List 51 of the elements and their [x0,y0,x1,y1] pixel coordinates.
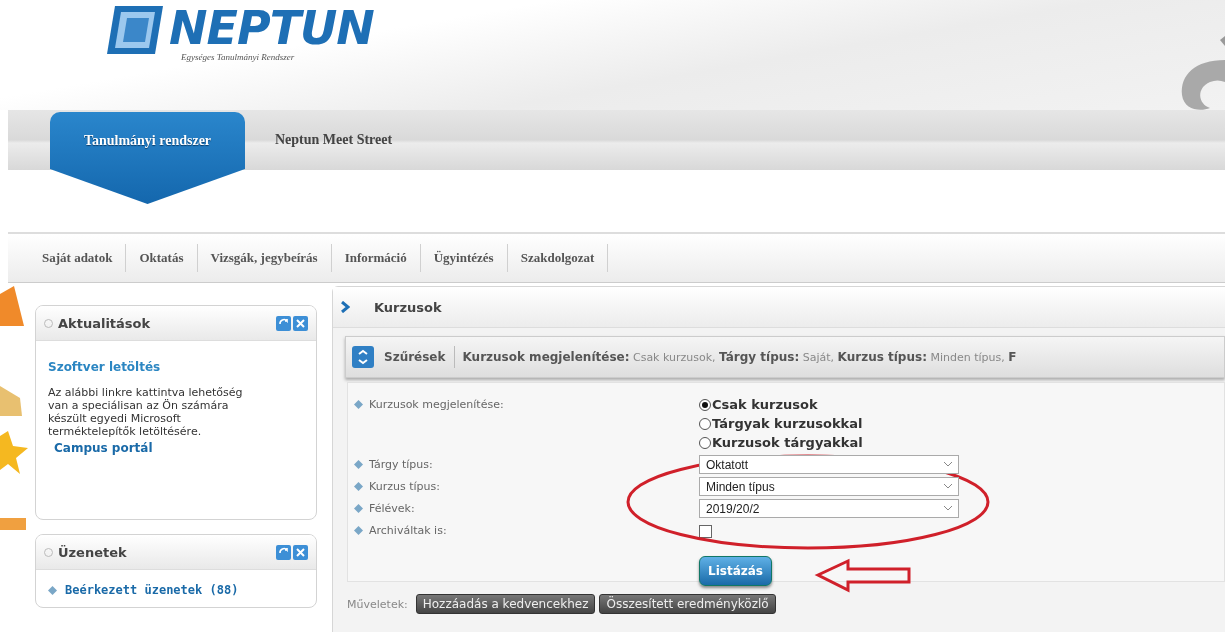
news-text: Az alábbi linkre kattintva lehetőség van a speciálisan az Ön számára készült egyedi Microsoft terméktelepítők letöltésére. [48,386,244,438]
menu-item[interactable]: Szakdolgozat [507,244,609,272]
radio-option[interactable]: Kurzusok tárgyakkal [699,433,1224,452]
diamond-icon [354,399,363,409]
close-icon[interactable] [293,544,308,560]
diamond-icon [354,525,363,535]
checkbox[interactable] [699,525,712,538]
page-title: Kurzusok [374,299,442,315]
menu-item[interactable]: Oktatás [126,244,198,272]
menu-item[interactable]: Információ [331,244,421,272]
select-field[interactable]: 2019/20/2 [699,499,959,518]
panel-title: Üzenetek [58,544,128,560]
field-label: Félévek: [369,501,415,515]
field-label: Kurzus típus: [369,479,440,493]
action-button[interactable]: Hozzáadás a kedvencekhez [415,594,596,614]
actions-label: Műveletek: [347,597,408,611]
caret-icon [944,506,952,511]
caret-icon [944,462,952,467]
refresh-icon[interactable] [276,315,291,331]
menu-item[interactable]: Saját adatok [30,244,127,272]
select-field[interactable]: Oktatott [699,455,959,474]
refresh-icon[interactable] [276,544,291,560]
logo-text: NEPTUN [169,4,374,52]
menu-item[interactable]: Vizsgák, jegybeírás [197,244,332,272]
filter-label: Szűrések [384,346,455,368]
diamond-icon [354,459,363,469]
logo-icon [105,4,165,56]
diamond-icon [354,503,363,513]
select-field[interactable]: Minden típus [699,477,959,496]
chevron-icon [341,301,350,313]
logo-tagline: Egységes Tanulmányi Rendszer [181,52,296,62]
inbox-link[interactable]: Beérkezett üzenetek (88) [65,584,239,597]
news-heading: Szoftver letöltés [48,361,162,374]
action-button[interactable]: Összesített eredményközlő [599,594,776,614]
filter-summary: Kurzusok megjelenítése: Csak kurzusok, Tárgy típus: Saját, Kurzus típus: Minden típus, F [462,350,1017,364]
portal-link[interactable]: Campus portál [54,442,153,455]
diamond-icon [48,586,57,595]
menu-item[interactable]: Ügyintézés [420,244,508,272]
radio-option[interactable]: Tárgyak kurzusokkal [699,414,1224,433]
list-button[interactable]: Listázás [699,556,772,586]
expand-icon[interactable] [352,346,374,368]
caret-icon [944,484,952,489]
field-label: Archiváltak is: [369,523,447,537]
diamond-icon [354,481,363,491]
field-label: Tárgy típus: [369,457,433,471]
header-tab[interactable]: Neptun Meet Street [275,130,393,150]
close-icon[interactable] [293,315,308,331]
field-label: Kurzusok megjelenítése: [369,397,504,411]
header-tab[interactable]: Tanulmányi rendszer [50,112,245,204]
radio-option[interactable]: Csak kurzusok [699,395,1224,414]
panel-title: Aktualitások [58,315,152,331]
